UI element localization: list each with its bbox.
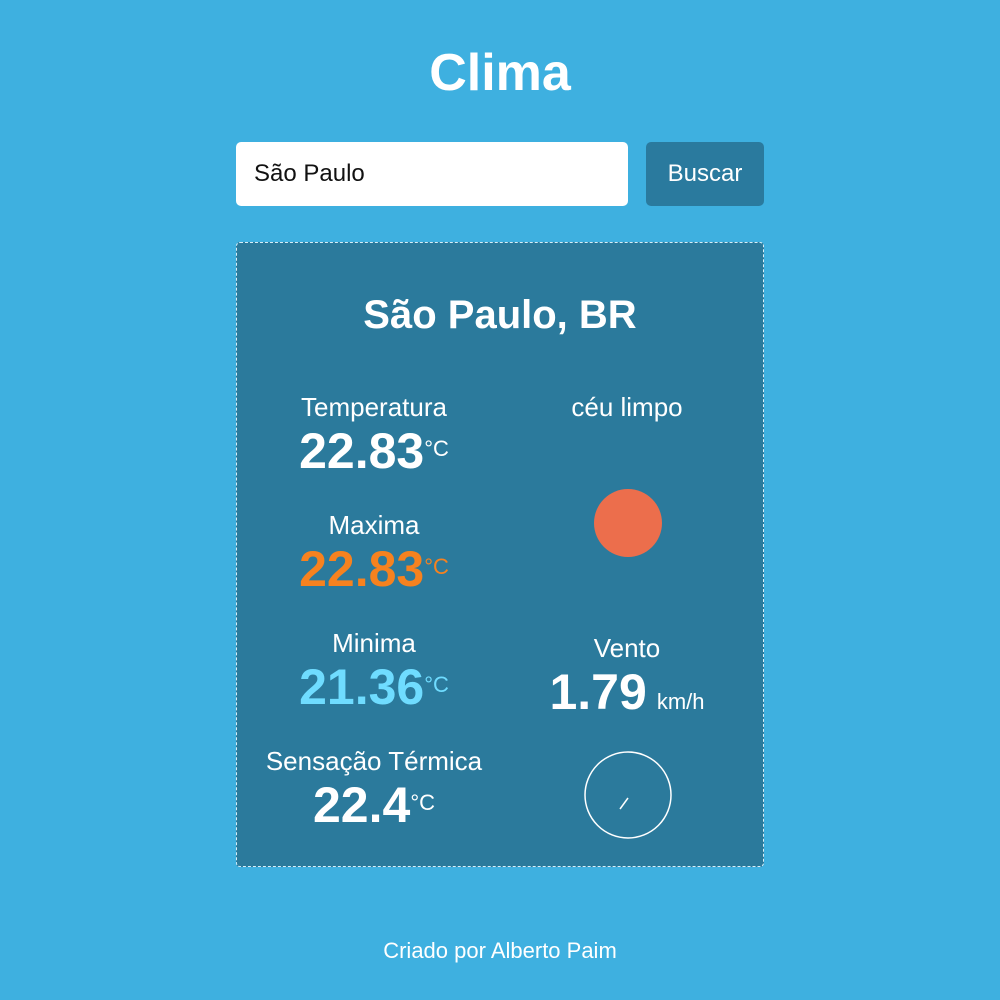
feels-like-value: 22.4°C [312, 777, 435, 833]
wind-label: Vento [593, 633, 661, 663]
search-button[interactable]: Buscar [646, 142, 764, 206]
feels-like-unit: °C [410, 790, 435, 815]
compass-icon [584, 751, 672, 839]
feels-like-label: Sensação Térmica [265, 746, 483, 776]
sun-icon [594, 489, 662, 557]
footer-credit: Criado por Alberto Paim [383, 938, 617, 963]
wind-block: Vento 1.79 km/h [527, 632, 727, 730]
min-temperature-unit: °C [424, 672, 449, 697]
location-title: São Paulo, BR [363, 293, 637, 337]
min-temperature-label: Minima [332, 628, 416, 658]
feels-like-block: Sensação Térmica 22.4°C [237, 745, 511, 833]
max-temperature-label: Maxima [328, 510, 420, 540]
temperature-block: Temperatura 22.83°C [237, 391, 511, 479]
page-title: Clima [429, 44, 571, 102]
search-input[interactable] [236, 142, 628, 206]
temperature-label: Temperatura [301, 392, 447, 422]
min-temperature-block: Minima 21.36°C [237, 627, 511, 715]
condition-description: céu limpo [571, 392, 683, 422]
temperature-unit: °C [424, 436, 449, 461]
temperature-value: 22.83°C [299, 423, 449, 479]
weather-card: São Paulo, BR Temperatura 22.83°C Maxima… [236, 242, 764, 867]
wind-value: 1.79 km/h [549, 664, 705, 720]
max-temperature-value: 22.83°C [299, 541, 449, 597]
max-temperature-unit: °C [424, 554, 449, 579]
min-temperature-value: 21.36°C [299, 659, 449, 715]
wind-unit: km/h [656, 689, 705, 714]
max-temperature-block: Maxima 22.83°C [237, 509, 511, 597]
condition-block: céu limpo [527, 391, 727, 423]
